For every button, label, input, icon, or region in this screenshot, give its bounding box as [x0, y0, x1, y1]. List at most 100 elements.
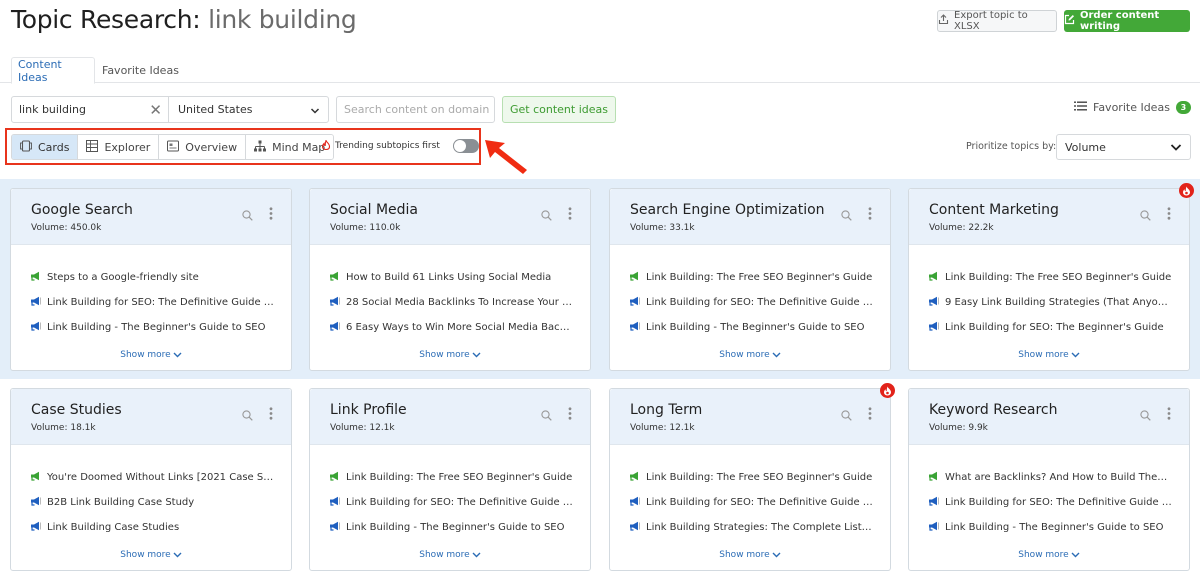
search-icon[interactable] [1140, 406, 1151, 425]
more-options-icon[interactable] [868, 205, 872, 224]
show-more-button[interactable]: Show more [11, 350, 291, 360]
trending-megaphone-icon [928, 471, 939, 484]
tab-favorite-ideas[interactable]: Favorite Ideas [96, 57, 185, 84]
table-icon [86, 139, 99, 155]
show-more-button[interactable]: Show more [610, 550, 890, 560]
more-options-icon[interactable] [1167, 205, 1171, 224]
more-options-icon[interactable] [568, 205, 572, 224]
megaphone-icon [30, 521, 41, 534]
megaphone-icon [329, 296, 340, 309]
more-options-icon[interactable] [269, 205, 273, 224]
headline-item[interactable]: Link Building Case Studies [30, 515, 275, 540]
view-cards-button[interactable]: Cards [12, 135, 79, 159]
search-icon[interactable] [541, 206, 552, 225]
get-content-ideas-button[interactable]: Get content ideas [502, 96, 616, 123]
country-select[interactable]: United States [168, 96, 329, 123]
card-title[interactable]: Link Profile [330, 402, 407, 418]
headline-item[interactable]: Link Building - The Beginner's Guide to … [30, 315, 275, 340]
topic-card: Case Studies Volume: 18.1k You're Doomed… [10, 388, 292, 571]
show-more-button[interactable]: Show more [310, 350, 590, 360]
trending-toggle[interactable] [452, 139, 479, 153]
search-icon[interactable] [541, 406, 552, 425]
favorite-ideas-link[interactable]: Favorite Ideas 3 [1074, 101, 1191, 114]
card-header: Social Media Volume: 110.0k [310, 189, 590, 245]
headline-list: How to Build 61 Links Using Social Media… [329, 265, 574, 340]
headline-item[interactable]: Link Building: The Free SEO Beginner's G… [629, 265, 874, 290]
headline-item[interactable]: What are Backlinks? And How to Build The… [928, 465, 1173, 490]
show-more-label: Show more [120, 550, 171, 560]
more-options-icon[interactable] [269, 405, 273, 424]
headline-text: Link Building for SEO: The Definitive Gu… [646, 297, 874, 308]
headline-item[interactable]: B2B Link Building Case Study [30, 490, 275, 515]
headline-item[interactable]: Link Building for SEO: The Definitive Gu… [629, 290, 874, 315]
view-explorer-button[interactable]: Explorer [78, 135, 160, 159]
headline-item[interactable]: Link Building for SEO: The Definitive Gu… [629, 490, 874, 515]
card-title[interactable]: Search Engine Optimization [630, 202, 825, 218]
headline-item[interactable]: Link Building: The Free SEO Beginner's G… [329, 465, 574, 490]
headline-item[interactable]: Link Building Strategies: The Complete L… [629, 515, 874, 540]
headline-item[interactable]: You're Doomed Without Links [2021 Case S… [30, 465, 275, 490]
headline-item[interactable]: Steps to a Google-friendly site [30, 265, 275, 290]
headline-item[interactable]: Link Building - The Beginner's Guide to … [329, 515, 574, 540]
show-more-button[interactable]: Show more [310, 550, 590, 560]
headline-list: Link Building: The Free SEO Beginner's G… [629, 265, 874, 340]
prioritize-select[interactable]: Volume [1056, 134, 1191, 160]
headline-text: Link Building: The Free SEO Beginner's G… [945, 272, 1172, 283]
headline-item[interactable]: How to Build 61 Links Using Social Media [329, 265, 574, 290]
domain-placeholder: Search content on domain [344, 103, 490, 116]
megaphone-icon [329, 521, 340, 534]
show-more-button[interactable]: Show more [909, 550, 1189, 560]
show-more-button[interactable]: Show more [909, 350, 1189, 360]
export-xlsx-button[interactable]: Export topic to XLSX [937, 10, 1057, 32]
search-icon[interactable] [841, 406, 852, 425]
card-title[interactable]: Google Search [31, 202, 133, 218]
headline-item[interactable]: Link Building: The Free SEO Beginner's G… [629, 465, 874, 490]
trending-fire-icon [1179, 183, 1194, 198]
show-more-label: Show more [719, 550, 770, 560]
headline-text: 28 Social Media Backlinks To Increase Yo… [346, 297, 574, 308]
card-header: Long Term Volume: 12.1k [610, 389, 890, 445]
headline-item[interactable]: Link Building - The Beginner's Guide to … [629, 315, 874, 340]
search-icon[interactable] [841, 206, 852, 225]
show-more-label: Show more [719, 350, 770, 360]
view-explorer-label: Explorer [104, 140, 151, 154]
headline-item[interactable]: Link Building for SEO: The Beginner's Gu… [928, 315, 1173, 340]
megaphone-icon [629, 321, 640, 334]
headline-item[interactable]: 9 Easy Link Building Strategies (That An… [928, 290, 1173, 315]
headline-item[interactable]: 6 Easy Ways to Win More Social Media Bac… [329, 315, 574, 340]
headline-text: Link Building for SEO: The Definitive Gu… [945, 497, 1173, 508]
keyword-input[interactable]: link building ✕ [11, 96, 169, 123]
search-icon[interactable] [1140, 206, 1151, 225]
card-title[interactable]: Case Studies [31, 402, 122, 418]
card-volume: Volume: 110.0k [330, 223, 401, 233]
topic-card: Social Media Volume: 110.0k How to Build… [309, 188, 591, 371]
view-overview-button[interactable]: Overview [159, 135, 247, 159]
page-title-prefix: Topic Research: [11, 5, 209, 34]
headline-item[interactable]: Link Building for SEO: The Definitive Gu… [928, 490, 1173, 515]
show-more-button[interactable]: Show more [610, 350, 890, 360]
headline-item[interactable]: Link Building - The Beginner's Guide to … [928, 515, 1173, 540]
view-cards-label: Cards [38, 140, 70, 154]
card-volume: Volume: 450.0k [31, 223, 102, 233]
card-title[interactable]: Long Term [630, 402, 702, 418]
card-title[interactable]: Content Marketing [929, 202, 1059, 218]
card-title[interactable]: Keyword Research [929, 402, 1057, 418]
headline-item[interactable]: Link Building: The Free SEO Beginner's G… [928, 265, 1173, 290]
headline-item[interactable]: 28 Social Media Backlinks To Increase Yo… [329, 290, 574, 315]
clear-icon[interactable]: ✕ [149, 101, 162, 119]
search-icon[interactable] [242, 406, 253, 425]
headline-item[interactable]: Link Building for SEO: The Definitive Gu… [329, 490, 574, 515]
more-options-icon[interactable] [1167, 405, 1171, 424]
search-icon[interactable] [242, 206, 253, 225]
chevron-down-icon [310, 105, 320, 118]
more-options-icon[interactable] [868, 405, 872, 424]
tab-content-ideas[interactable]: Content Ideas [11, 57, 95, 84]
headline-item[interactable]: Link Building for SEO: The Definitive Gu… [30, 290, 275, 315]
headline-list: Steps to a Google-friendly site Link Buil… [30, 265, 275, 340]
order-content-writing-button[interactable]: Order content writing [1064, 10, 1190, 32]
card-title[interactable]: Social Media [330, 202, 418, 218]
domain-search-input[interactable]: Search content on domain [336, 96, 495, 123]
show-more-button[interactable]: Show more [11, 550, 291, 560]
more-options-icon[interactable] [568, 405, 572, 424]
view-mind-map-button[interactable]: Mind Map [246, 135, 334, 159]
